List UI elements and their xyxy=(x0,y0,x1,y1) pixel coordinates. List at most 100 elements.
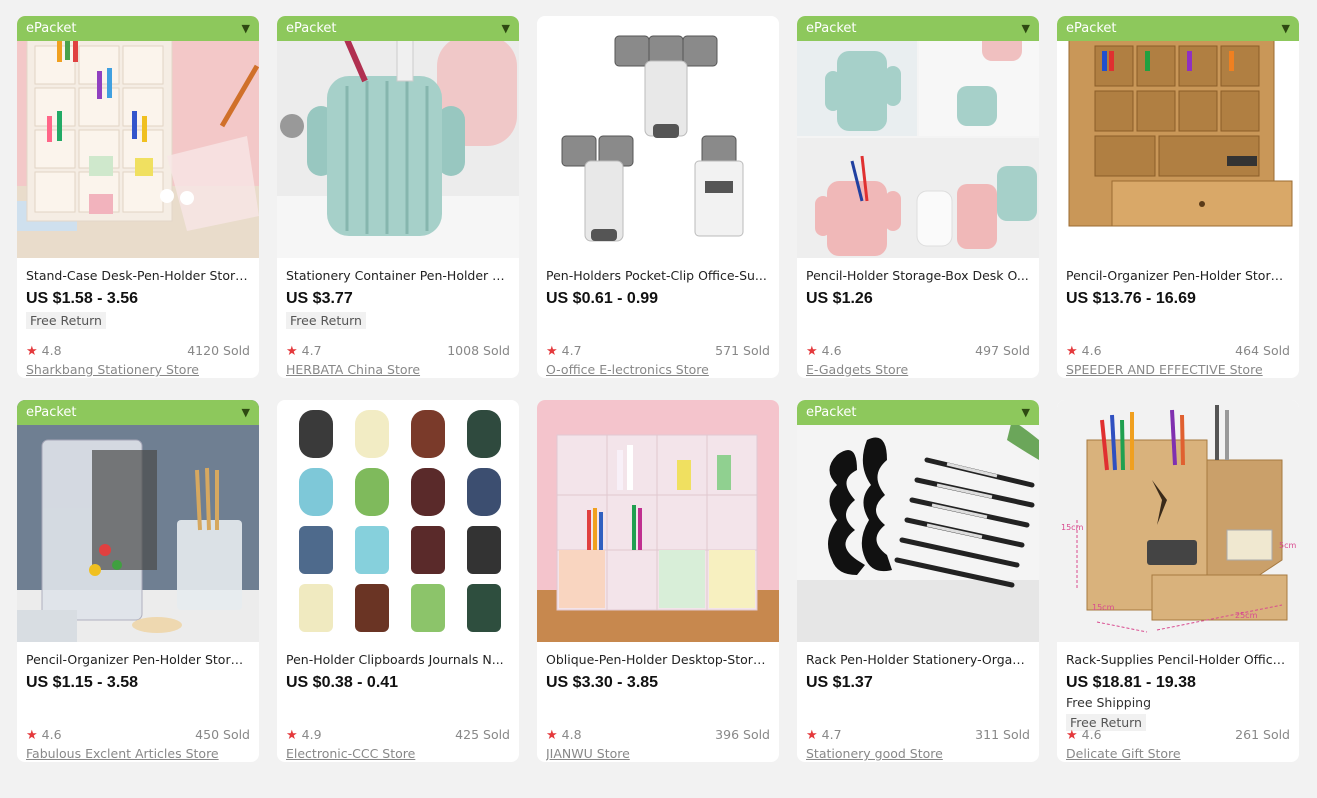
product-image[interactable]: ePacket ▼ xyxy=(277,16,519,258)
store-link[interactable]: Electronic-CCC Store xyxy=(286,745,510,762)
chevron-down-icon[interactable]: ▼ xyxy=(502,16,510,41)
epacket-badge[interactable]: ePacket ▼ xyxy=(797,400,1039,425)
pen-clip-icon xyxy=(537,16,779,258)
product-title[interactable]: Pen-Holders Pocket-Clip Office-Su... xyxy=(546,267,770,284)
star-icon: ★ xyxy=(26,344,38,359)
product-price: US $13.76 - 16.69 xyxy=(1066,290,1196,307)
rating-row: ★ 4.7 571 Sold xyxy=(546,343,770,360)
cactus-pen-holder-icon xyxy=(277,16,519,258)
wood-rack-icon: 15cm 15cm 25cm 5cm xyxy=(1057,400,1299,642)
product-card[interactable]: ePacket ▼ Pencil-Organizer Pen-Holder Sto… xyxy=(17,400,259,762)
product-title[interactable]: Stationery Container Pen-Holder B... xyxy=(286,267,510,284)
store-link[interactable]: Sharkbang Stationery Store xyxy=(26,361,250,378)
cactus-collage-icon xyxy=(797,16,1039,258)
rating-row: ★ 4.8 396 Sold xyxy=(546,727,770,744)
product-title[interactable]: Oblique-Pen-Holder Desktop-Stora... xyxy=(546,651,770,668)
product-card[interactable]: Oblique-Pen-Holder Desktop-Stora... US $… xyxy=(537,400,779,762)
sold-count: 497 Sold xyxy=(975,343,1030,358)
product-image[interactable]: ePacket ▼ xyxy=(1057,16,1299,258)
star-icon: ★ xyxy=(806,728,818,743)
product-info: Pencil-Organizer Pen-Holder Stora... US … xyxy=(17,651,259,762)
star-icon: ★ xyxy=(286,344,298,359)
product-image[interactable]: 15cm 15cm 25cm 5cm xyxy=(1057,400,1299,642)
star-icon: ★ xyxy=(546,728,558,743)
store-link[interactable]: Delicate Gift Store xyxy=(1066,745,1290,762)
epacket-badge[interactable]: ePacket ▼ xyxy=(277,16,519,41)
product-card[interactable]: ePacket ▼ Stand-Case Desk-Pen-Holder Sto… xyxy=(17,16,259,378)
product-card[interactable]: 15cm 15cm 25cm 5cm Rack-Supplies Pencil-… xyxy=(1057,400,1299,762)
rating-row: ★ 4.8 4120 Sold xyxy=(26,343,250,360)
product-image[interactable] xyxy=(277,400,519,642)
rating-row: ★ 4.6 261 Sold xyxy=(1066,727,1290,744)
store-link[interactable]: Fabulous Exclent Articles Store xyxy=(26,745,250,762)
rating-row: ★ 4.7 311 Sold xyxy=(806,727,1030,744)
product-title[interactable]: Rack Pen-Holder Stationery-Organi... xyxy=(806,651,1030,668)
product-title[interactable]: Pencil-Holder Storage-Box Desk O... xyxy=(806,267,1030,284)
chevron-down-icon[interactable]: ▼ xyxy=(242,16,250,41)
rating-value: 4.6 xyxy=(41,727,62,742)
product-price: US $1.58 - 3.56 xyxy=(26,290,139,307)
store-link[interactable]: HERBATA China Store xyxy=(286,361,510,378)
free-return-badge: Free Return xyxy=(286,312,366,329)
chevron-down-icon[interactable]: ▼ xyxy=(242,400,250,425)
star-icon: ★ xyxy=(546,344,558,359)
dimension-label: 5cm xyxy=(1279,541,1296,550)
product-card[interactable]: ePacket ▼ Rack Pen-Holder Stationery-Org… xyxy=(797,400,1039,762)
clear-organizer-icon xyxy=(17,400,259,642)
product-info: Stand-Case Desk-Pen-Holder Stora... US $… xyxy=(17,267,259,378)
store-link[interactable]: Stationery good Store xyxy=(806,745,1030,762)
product-card[interactable]: Pen-Holders Pocket-Clip Office-Su... US … xyxy=(537,16,779,378)
rating-row: ★ 4.6 497 Sold xyxy=(806,343,1030,360)
product-card[interactable]: Pen-Holder Clipboards Journals N... US $… xyxy=(277,400,519,762)
dimension-label: 15cm xyxy=(1061,523,1084,532)
store-link[interactable]: JIANWU Store xyxy=(546,745,770,762)
epacket-badge[interactable]: ePacket ▼ xyxy=(17,400,259,425)
rating-value: 4.7 xyxy=(821,727,842,742)
sold-count: 464 Sold xyxy=(1235,343,1290,358)
product-price: US $0.38 - 0.41 xyxy=(286,674,399,691)
product-title[interactable]: Pencil-Organizer Pen-Holder Stora... xyxy=(1066,267,1290,284)
sold-count: 311 Sold xyxy=(975,727,1030,742)
epacket-badge[interactable]: ePacket ▼ xyxy=(1057,16,1299,41)
product-image[interactable] xyxy=(537,16,779,258)
pastel-organizer-icon xyxy=(537,400,779,642)
product-price: US $18.81 - 19.38 xyxy=(1066,674,1196,691)
product-info: Rack-Supplies Pencil-Holder Office... US… xyxy=(1057,651,1299,762)
product-price: US $1.37 xyxy=(806,674,873,691)
chevron-down-icon[interactable]: ▼ xyxy=(1022,400,1030,425)
product-info: Pencil-Organizer Pen-Holder Stora... US … xyxy=(1057,267,1299,378)
star-icon: ★ xyxy=(286,728,298,743)
epacket-badge[interactable]: ePacket ▼ xyxy=(17,16,259,41)
star-icon: ★ xyxy=(806,344,818,359)
rating-value: 4.9 xyxy=(301,727,322,742)
store-link[interactable]: E-Gadgets Store xyxy=(806,361,1030,378)
product-title[interactable]: Pen-Holder Clipboards Journals N... xyxy=(286,651,510,668)
rating-value: 4.7 xyxy=(561,343,582,358)
product-title[interactable]: Rack-Supplies Pencil-Holder Office... xyxy=(1066,651,1290,668)
desk-organizer-pink-icon xyxy=(17,16,259,258)
product-title[interactable]: Stand-Case Desk-Pen-Holder Stora... xyxy=(26,267,250,284)
epacket-label: ePacket xyxy=(806,21,857,36)
product-info: Pencil-Holder Storage-Box Desk O... US $… xyxy=(797,267,1039,378)
chevron-down-icon[interactable]: ▼ xyxy=(1022,16,1030,41)
product-image[interactable]: ePacket ▼ xyxy=(17,16,259,258)
product-image[interactable]: ePacket ▼ xyxy=(797,16,1039,258)
store-link[interactable]: O-office E-lectronics Store xyxy=(546,361,770,378)
sold-count: 4120 Sold xyxy=(187,343,250,358)
product-image[interactable]: ePacket ▼ xyxy=(797,400,1039,642)
product-image[interactable] xyxy=(537,400,779,642)
epacket-label: ePacket xyxy=(26,405,77,420)
epacket-badge[interactable]: ePacket ▼ xyxy=(797,16,1039,41)
product-card[interactable]: ePacket ▼ Stationery Container Pen-Holde… xyxy=(277,16,519,378)
product-price: US $0.61 - 0.99 xyxy=(546,290,659,307)
product-card[interactable]: ePacket ▼ Pencil-Holder Storage-Box Desk… xyxy=(797,16,1039,378)
product-title[interactable]: Pencil-Organizer Pen-Holder Stora... xyxy=(26,651,250,668)
free-shipping-label: Free Shipping xyxy=(1066,695,1152,710)
product-card[interactable]: ePacket ▼ Pencil-Organizer Pen-Holder St… xyxy=(1057,16,1299,378)
chevron-down-icon[interactable]: ▼ xyxy=(1282,16,1290,41)
rating-value: 4.7 xyxy=(301,343,322,358)
product-image[interactable]: ePacket ▼ xyxy=(17,400,259,642)
sold-count: 571 Sold xyxy=(715,343,770,358)
store-link[interactable]: SPEEDER AND EFFECTIVE Store xyxy=(1066,361,1290,378)
product-info: Oblique-Pen-Holder Desktop-Stora... US $… xyxy=(537,651,779,762)
